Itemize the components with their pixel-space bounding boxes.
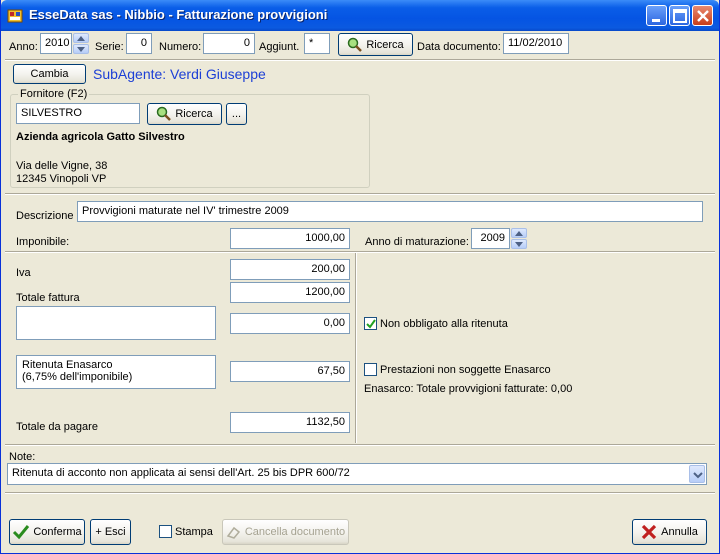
totale-fattura-field[interactable]: 1200,00 — [230, 282, 350, 303]
cancel-x-icon — [642, 524, 657, 540]
data-documento-field[interactable]: 11/02/2010 — [503, 33, 569, 54]
checkmark-icon — [366, 319, 376, 329]
fornitore-ricerca-button[interactable]: Ricerca — [147, 103, 222, 125]
annulla-label: Annulla — [661, 526, 698, 538]
data-documento-label: Data documento: — [417, 41, 501, 53]
title-bar[interactable]: EsseData sas - Nibbio - Fatturazione pro… — [1, 0, 719, 31]
cancella-documento-button[interactable]: Cancella documento — [222, 519, 349, 545]
maximize-icon — [673, 9, 687, 23]
section-divider — [5, 193, 715, 195]
serie-field[interactable]: 0 — [126, 33, 152, 54]
descrizione-field[interactable]: Provvigioni maturate nel IV' trimestre 2… — [77, 201, 703, 222]
anno-spinner[interactable] — [73, 33, 89, 54]
subagente-text: SubAgente: Verdi Giuseppe — [93, 66, 266, 82]
note-value: Ritenuta di acconto non applicata ai sen… — [12, 467, 350, 479]
stampa-checkbox[interactable] — [159, 525, 172, 538]
search-icon — [157, 106, 172, 121]
fornitore-search-field[interactable]: SILVESTRO — [16, 103, 140, 124]
conferma-label: Conferma — [33, 526, 82, 538]
prestazioni-label[interactable]: Prestazioni non soggette Enasarco — [380, 364, 551, 376]
prestazioni-checkbox[interactable] — [364, 363, 377, 376]
ricerca-documento-button[interactable]: Ricerca — [338, 33, 413, 56]
cambia-label: Cambia — [30, 68, 69, 80]
enasarco-label-line1: Ritenuta Enasarco — [22, 359, 113, 371]
totale-pagare-field[interactable]: 1132,50 — [230, 412, 350, 433]
iva-label: Iva — [16, 267, 31, 279]
note-dropdown-button[interactable] — [689, 465, 705, 483]
cambia-button[interactable]: Cambia — [13, 64, 86, 84]
non-obbligato-checkbox[interactable] — [364, 317, 377, 330]
anno-field[interactable]: 2010 — [40, 33, 72, 54]
ricerca-documento-label: Ricerca — [366, 38, 404, 51]
toolbar-divider — [5, 59, 715, 61]
app-window: EsseData sas - Nibbio - Fatturazione pro… — [0, 0, 720, 554]
enasarco-label-box: Ritenuta Enasarco (6,75% dell'imponibile… — [16, 355, 216, 389]
cancella-documento-label: Cancella documento — [244, 526, 346, 538]
spin-up-icon[interactable] — [511, 228, 527, 238]
esci-label: + Esci — [95, 526, 126, 538]
enasarco-totale-text: Enasarco: Totale provvigioni fatturate: … — [364, 383, 573, 395]
close-icon — [697, 10, 709, 22]
chevron-down-icon — [693, 472, 703, 479]
note-top-divider — [5, 444, 715, 446]
numero-field[interactable]: 0 — [203, 33, 255, 54]
fornitore-address-line1: Via delle Vigne, 38 — [16, 160, 108, 172]
anno-label: Anno: — [9, 41, 38, 53]
imponibile-label: Imponibile: — [16, 236, 70, 248]
descrizione-label: Descrizione — [16, 210, 74, 222]
spin-down-icon[interactable] — [73, 44, 89, 54]
totale-fattura-label: Totale fattura — [16, 292, 80, 304]
spin-up-icon[interactable] — [73, 33, 89, 43]
window-title: EsseData sas - Nibbio - Fatturazione pro… — [29, 7, 328, 22]
numero-label: Numero: — [159, 41, 202, 53]
note-combobox[interactable]: Ritenuta di acconto non applicata ai sen… — [7, 463, 707, 485]
close-button[interactable] — [692, 5, 713, 26]
iva-field[interactable]: 200,00 — [230, 259, 350, 280]
fornitore-more-label: ... — [231, 108, 242, 120]
maximize-button[interactable] — [669, 5, 690, 26]
enasarco-label-line2: (6,75% dell'imponibile) — [22, 371, 133, 383]
fornitore-more-button[interactable]: ... — [226, 103, 247, 125]
enasarco-field[interactable]: 67,50 — [230, 361, 350, 382]
esci-button[interactable]: + Esci — [90, 519, 131, 545]
totals-top-divider — [5, 251, 715, 253]
fornitore-ricerca-label: Ricerca — [175, 108, 213, 120]
stampa-label[interactable]: Stampa — [175, 526, 213, 538]
note-label: Note: — [9, 451, 36, 463]
imponibile-field[interactable]: 1000,00 — [230, 228, 350, 249]
non-obbligato-label[interactable]: Non obbligato alla ritenuta — [380, 318, 508, 330]
totale-pagare-label: Totale da pagare — [16, 421, 98, 433]
annulla-button[interactable]: Annulla — [632, 519, 707, 545]
checkmark-icon — [13, 525, 30, 540]
spin-down-icon[interactable] — [511, 239, 527, 249]
minimize-icon — [652, 19, 660, 22]
anno-maturazione-spinner[interactable] — [511, 228, 527, 249]
app-icon — [7, 9, 23, 23]
footer-divider — [5, 492, 715, 494]
ritenuta-field[interactable]: 0,00 — [230, 313, 350, 334]
aggiunt-label: Aggiunt. — [259, 41, 300, 53]
anno-maturazione-label: Anno di maturazione: — [365, 236, 469, 248]
fornitore-address-line2: 12345 Vinopoli VP — [16, 173, 107, 185]
search-icon — [348, 37, 363, 52]
ritenuta-label-box — [16, 306, 216, 340]
serie-label: Serie: — [95, 41, 124, 53]
totals-vertical-divider — [355, 253, 357, 443]
fornitore-name: Azienda agricola Gatto Silvestro — [16, 131, 185, 143]
anno-maturazione-field[interactable]: 2009 — [471, 228, 510, 249]
minimize-button[interactable] — [646, 5, 667, 26]
fornitore-group-label: Fornitore (F2) — [18, 88, 90, 100]
eraser-icon — [226, 526, 240, 539]
conferma-button[interactable]: Conferma — [9, 519, 85, 545]
aggiunt-field[interactable]: * — [304, 33, 330, 54]
